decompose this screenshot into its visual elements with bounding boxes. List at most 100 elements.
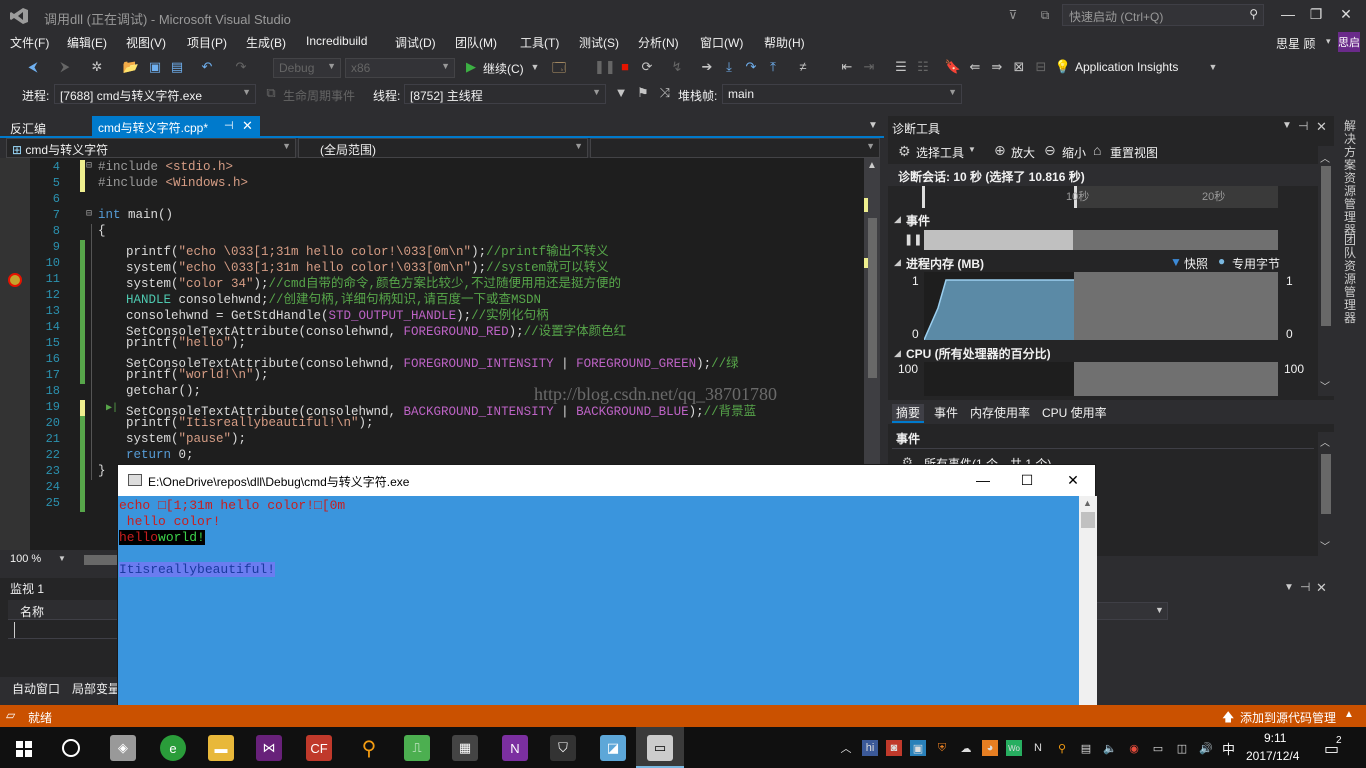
tray-app-icon[interactable]: N xyxy=(1030,740,1046,756)
continue-button[interactable]: 继续(C) xyxy=(483,60,524,77)
cloud-icon[interactable]: ☁ xyxy=(958,740,974,756)
outdent-icon[interactable]: ☷ xyxy=(914,59,932,77)
console-taskbar-item[interactable]: ▭ xyxy=(636,727,684,768)
scroll-thumb[interactable] xyxy=(868,218,877,378)
lifecycle-events-button[interactable]: 生命周期事件 xyxy=(283,87,355,104)
calculator-icon[interactable]: ▦ xyxy=(452,735,478,761)
collapse-icon[interactable]: ◢ xyxy=(894,214,901,225)
tab-summary[interactable]: 摘要 xyxy=(892,404,925,423)
zoom-out-icon[interactable]: ⊖ xyxy=(1044,142,1056,159)
run-to-click-icon[interactable]: ▶| xyxy=(106,402,118,414)
menu-view[interactable]: 视图(V) xyxy=(126,34,166,51)
volume-muted-icon[interactable]: 🔈 xyxy=(1102,740,1118,756)
save-icon[interactable]: ▣ xyxy=(146,59,164,77)
avatar[interactable]: 思启 xyxy=(1338,32,1360,52)
redo-icon[interactable]: ↷ xyxy=(232,59,250,77)
app-insights-dropdown-icon[interactable]: ▼ xyxy=(1204,62,1222,80)
step-into-icon[interactable]: ⤓ xyxy=(720,59,738,77)
thread-filter-icon[interactable]: ▼ xyxy=(612,85,630,103)
tray-app-icon[interactable]: ▤ xyxy=(1078,740,1094,756)
source-control-button[interactable]: 添加到源代码管理 xyxy=(1240,709,1336,726)
menu-test[interactable]: 测试(S) xyxy=(579,34,619,51)
column-name[interactable]: 名称 xyxy=(20,603,44,620)
remote-icon[interactable]: ⧉ xyxy=(1036,6,1054,24)
gear-icon[interactable]: ⚙ xyxy=(898,143,911,160)
scroll-down-icon[interactable]: ﹀ xyxy=(1320,378,1330,393)
process-icon[interactable]: 🗔 xyxy=(550,59,568,77)
next-bookmark-icon[interactable]: ⇛ xyxy=(988,59,1006,77)
watch-menu-icon[interactable]: ▼ xyxy=(1284,582,1294,593)
notification-icon[interactable]: ▲ xyxy=(1344,709,1354,720)
menu-tools[interactable]: 工具(T) xyxy=(520,34,559,51)
menu-build[interactable]: 生成(B) xyxy=(246,34,286,51)
user-name[interactable]: 思星 顾 xyxy=(1276,35,1315,52)
zoom-level[interactable]: 100 % xyxy=(10,553,41,565)
collapse-icon[interactable]: ◢ xyxy=(894,257,901,268)
visual-studio-icon[interactable]: ⋈ xyxy=(256,735,282,761)
show-threads-icon[interactable]: ⤨ xyxy=(656,85,674,103)
clock-date[interactable]: 2017/12/4 xyxy=(1246,749,1299,763)
filter-icon[interactable]: ⊽ xyxy=(1004,6,1022,24)
tray-app-icon[interactable]: ◕ xyxy=(982,740,998,756)
comment-icon[interactable]: ⇤ xyxy=(838,59,856,77)
menu-window[interactable]: 窗口(W) xyxy=(700,34,743,51)
scroll-up-icon[interactable]: ▲ xyxy=(1083,498,1092,508)
tab-cpp-file[interactable]: cmd与转义字符.cpp* ⊣ ✕ xyxy=(92,116,260,136)
hex-display-icon[interactable]: ≠ xyxy=(794,59,812,77)
qq-icon[interactable]: ◉ xyxy=(1126,740,1142,756)
battery-icon[interactable]: ▭ xyxy=(1150,740,1166,756)
clear-bookmarks-icon[interactable]: ⊠ xyxy=(1010,59,1028,77)
show-next-statement-icon[interactable]: ➔ xyxy=(698,59,716,77)
watch-type-select[interactable]: ▼ xyxy=(1094,602,1168,620)
watch-close-icon[interactable]: ✕ xyxy=(1316,580,1327,596)
console-scrollbar[interactable]: ▲ xyxy=(1079,496,1097,735)
memory-graph[interactable] xyxy=(924,272,1278,340)
cpu-graph[interactable] xyxy=(924,362,1278,396)
minimize-button[interactable]: — xyxy=(1274,4,1302,24)
new-project-icon[interactable]: ✲ xyxy=(88,59,106,77)
stack-frame-select[interactable]: main ▼ xyxy=(722,84,962,104)
bookmark-icon[interactable]: 🔖 xyxy=(944,59,962,77)
private-bytes-legend[interactable]: 专用字节 xyxy=(1232,255,1280,272)
pin-icon[interactable]: ⊣ xyxy=(224,119,234,132)
indent-icon[interactable]: ☰ xyxy=(892,59,910,77)
snapshot-legend[interactable]: 快照 xyxy=(1184,255,1208,272)
hot-reload-icon[interactable]: ↯ xyxy=(668,59,686,77)
menu-team[interactable]: 团队(M) xyxy=(455,34,497,51)
close-panel-icon[interactable]: ✕ xyxy=(1316,119,1327,135)
speaker-icon[interactable]: 🔊 xyxy=(1198,740,1214,756)
timeline-handle[interactable] xyxy=(922,186,925,208)
events-track[interactable] xyxy=(924,230,1278,250)
app-icon[interactable]: ◈ xyxy=(110,735,136,761)
zoom-in-icon[interactable]: ⊕ xyxy=(994,142,1006,159)
maximize-button[interactable]: ❐ xyxy=(1302,4,1330,24)
chart-app-icon[interactable]: ⎍ xyxy=(404,735,430,761)
browser-icon[interactable]: e xyxy=(160,735,186,761)
console-window[interactable]: E:\OneDrive\repos\dll\Debug\cmd与转义字符.exe… xyxy=(117,464,1097,735)
scroll-up-icon[interactable]: ︿ xyxy=(1320,434,1330,449)
team-explorer-tab[interactable]: 团队资源管理器 xyxy=(1344,234,1360,325)
cortana-icon[interactable] xyxy=(62,739,80,757)
clock-time[interactable]: 9:11 xyxy=(1264,731,1286,745)
search-app-icon[interactable]: ⚲ xyxy=(356,735,382,761)
windows-start-icon[interactable] xyxy=(16,741,32,757)
menu-help[interactable]: 帮助(H) xyxy=(764,34,805,51)
scroll-thumb[interactable] xyxy=(1081,512,1095,528)
file-explorer-icon[interactable]: ▬ xyxy=(208,735,234,761)
horizontal-scroll-thumb[interactable] xyxy=(84,555,120,565)
reset-view-icon[interactable]: ⌂ xyxy=(1093,142,1101,158)
collapse-icon[interactable]: ⊟ xyxy=(86,160,92,172)
collapse-icon[interactable]: ⊟ xyxy=(86,208,92,220)
save-all-icon[interactable]: ▤ xyxy=(168,59,186,77)
scroll-up-icon[interactable]: ︿ xyxy=(1320,150,1330,165)
chevron-down-icon[interactable]: ▼ xyxy=(968,145,976,154)
menu-edit[interactable]: 编辑(E) xyxy=(67,34,107,51)
scroll-down-icon[interactable]: ﹀ xyxy=(1320,538,1330,553)
panel-menu-icon[interactable]: ▼ xyxy=(1282,120,1292,131)
diag-scrollbar[interactable]: ︿ ﹀ xyxy=(1318,146,1334,396)
menu-analyze[interactable]: 分析(N) xyxy=(638,34,679,51)
tray-expand-icon[interactable]: ︿ xyxy=(838,740,854,756)
cf-app-icon[interactable]: CF xyxy=(306,735,332,761)
tab-locals[interactable]: 局部变量 xyxy=(72,680,120,697)
scroll-thumb[interactable] xyxy=(1321,166,1331,326)
